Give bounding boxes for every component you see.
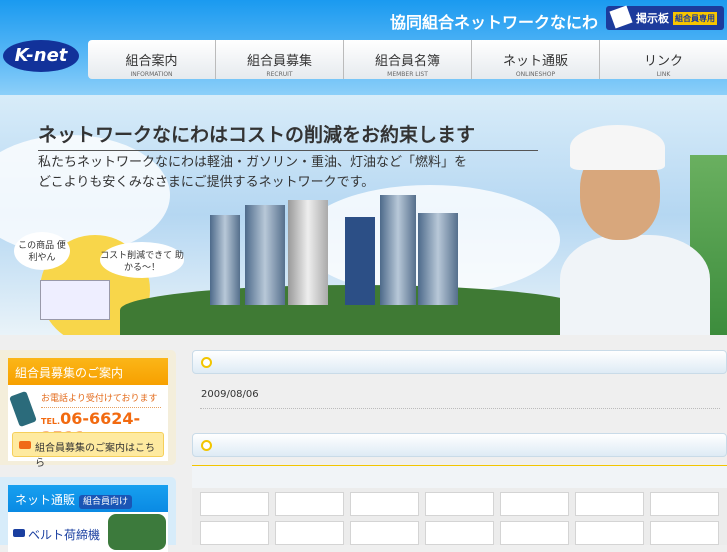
building [288, 200, 328, 305]
shop-item-belt[interactable]: ベルト荷締機 [28, 526, 100, 543]
main-nav: 組合案内 INFORMATION 組合員募集 RECRUIT 組合員名簿 MEMBER… [88, 40, 727, 79]
building [210, 215, 240, 305]
building [380, 195, 416, 305]
grid-cell[interactable] [425, 492, 494, 516]
tel-prefix: TEL. [41, 417, 61, 426]
bbs-tag: 組合員専用 [673, 11, 717, 25]
recruit-link-label: 組合員募集のご案内はこちら [35, 443, 155, 469]
grid-cell[interactable] [575, 521, 644, 545]
truck-graphic [40, 280, 110, 320]
news-header-bar [192, 350, 727, 374]
desc-line: どこよりも安くみなさまにご提供するネットワークです。 [38, 175, 375, 190]
section-header-bar [192, 433, 727, 457]
paper-icon [609, 5, 633, 29]
worker-photo [560, 115, 710, 335]
grid-cell[interactable] [650, 492, 719, 516]
nav-sublabel: RECRUIT [266, 71, 293, 78]
grid-cell[interactable] [650, 521, 719, 545]
grid-cell[interactable] [350, 521, 419, 545]
nav-label: 組合員募集 [246, 54, 312, 69]
building [418, 213, 458, 305]
bbs-label: 掲示板 [636, 12, 669, 25]
building [245, 205, 285, 305]
grid-cell[interactable] [275, 521, 344, 545]
nav-member-list[interactable]: 組合員名簿 MEMBER LIST [344, 40, 472, 79]
nav-link[interactable]: リンク LINK [600, 40, 727, 79]
grid-cell[interactable] [500, 492, 569, 516]
speech-bubble: この商品 便利やん [14, 232, 70, 270]
grid-cell[interactable] [575, 492, 644, 516]
hero-title: ネットワークなにわはコストの削減をお約束します [38, 120, 538, 151]
logo[interactable]: K-net [3, 40, 79, 72]
grid-cell[interactable] [350, 492, 419, 516]
phone-icon [9, 390, 37, 428]
site-title: 協同組合ネットワークなにわ [390, 13, 599, 32]
recruit-link[interactable]: 組合員募集のご案内はこちら [12, 432, 164, 469]
nav-label: リンク [643, 54, 683, 69]
ring-icon [201, 357, 212, 368]
grid-cell[interactable] [200, 492, 269, 516]
shop-box: ネット通販 組合員向け ベルト荷締機 [0, 477, 176, 552]
phone-note: お電話より受付けております [41, 391, 161, 408]
nav-onlineshop[interactable]: ネット通販 ONLINESHOP [472, 40, 600, 79]
speech-bubble: コスト削減できて 助かる～！ [100, 242, 184, 278]
nav-sublabel: INFORMATION [130, 71, 173, 78]
arrow-icon [19, 441, 31, 449]
bbs-button[interactable]: 掲示板 組合員専用 [606, 5, 724, 30]
nav-label: 組合案内 [125, 54, 178, 69]
grid-cell[interactable] [275, 492, 344, 516]
nav-label: ネット通販 [502, 54, 568, 69]
grid-cell[interactable] [200, 521, 269, 545]
nav-sublabel: ONLINESHOP [515, 71, 556, 78]
recruit-box: 組合員募集のご案内 お電話より受付けております TEL.06-6624-3511… [0, 350, 176, 469]
nav-label: 組合員名簿 [374, 54, 440, 69]
ring-icon [201, 440, 212, 451]
desc-line: 私たちネットワークなにわは軽油・ガソリン・重油、灯油など「燃料」を [38, 155, 468, 170]
shop-title-label: ネット通販 [15, 493, 76, 507]
grid-cell[interactable] [500, 521, 569, 545]
header: 協同組合ネットワークなにわ 掲示板 組合員専用 K-net 組合案内 INFORMA… [0, 0, 727, 95]
shop-title: ネット通販 組合員向け [8, 485, 168, 512]
recruit-title: 組合員募集のご案内 [8, 358, 168, 385]
hero-description: 私たちネットワークなにわは軽油・ガソリン・重油、灯油など「燃料」を どこよりも安く… [38, 153, 467, 193]
nav-recruit[interactable]: 組合員募集 RECRUIT [216, 40, 344, 79]
grid-cell[interactable] [425, 521, 494, 545]
divider [200, 408, 720, 409]
arrow-icon [13, 529, 25, 537]
news-date: 2009/08/06 [201, 389, 259, 400]
building [345, 217, 375, 305]
shop-tag: 組合員向け [79, 495, 133, 509]
nav-sublabel: LINK [656, 71, 671, 78]
nav-sublabel: MEMBER LIST [387, 71, 428, 78]
nav-information[interactable]: 組合案内 INFORMATION [88, 40, 216, 79]
hero-banner: この商品 便利やん コスト削減できて 助かる～！ ネットワークなにわはコストの削… [0, 95, 727, 335]
